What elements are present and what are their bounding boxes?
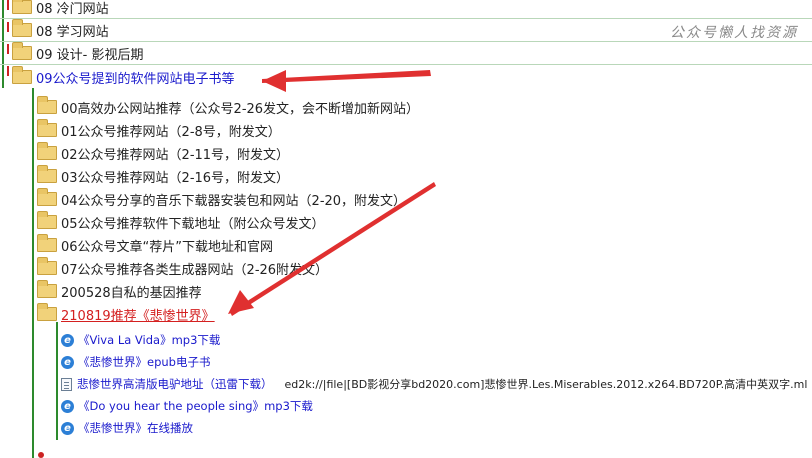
annotation-arrows [228, 70, 436, 316]
arrow-to-top-folder [262, 70, 431, 92]
arrow-to-selected-folder [228, 182, 436, 316]
